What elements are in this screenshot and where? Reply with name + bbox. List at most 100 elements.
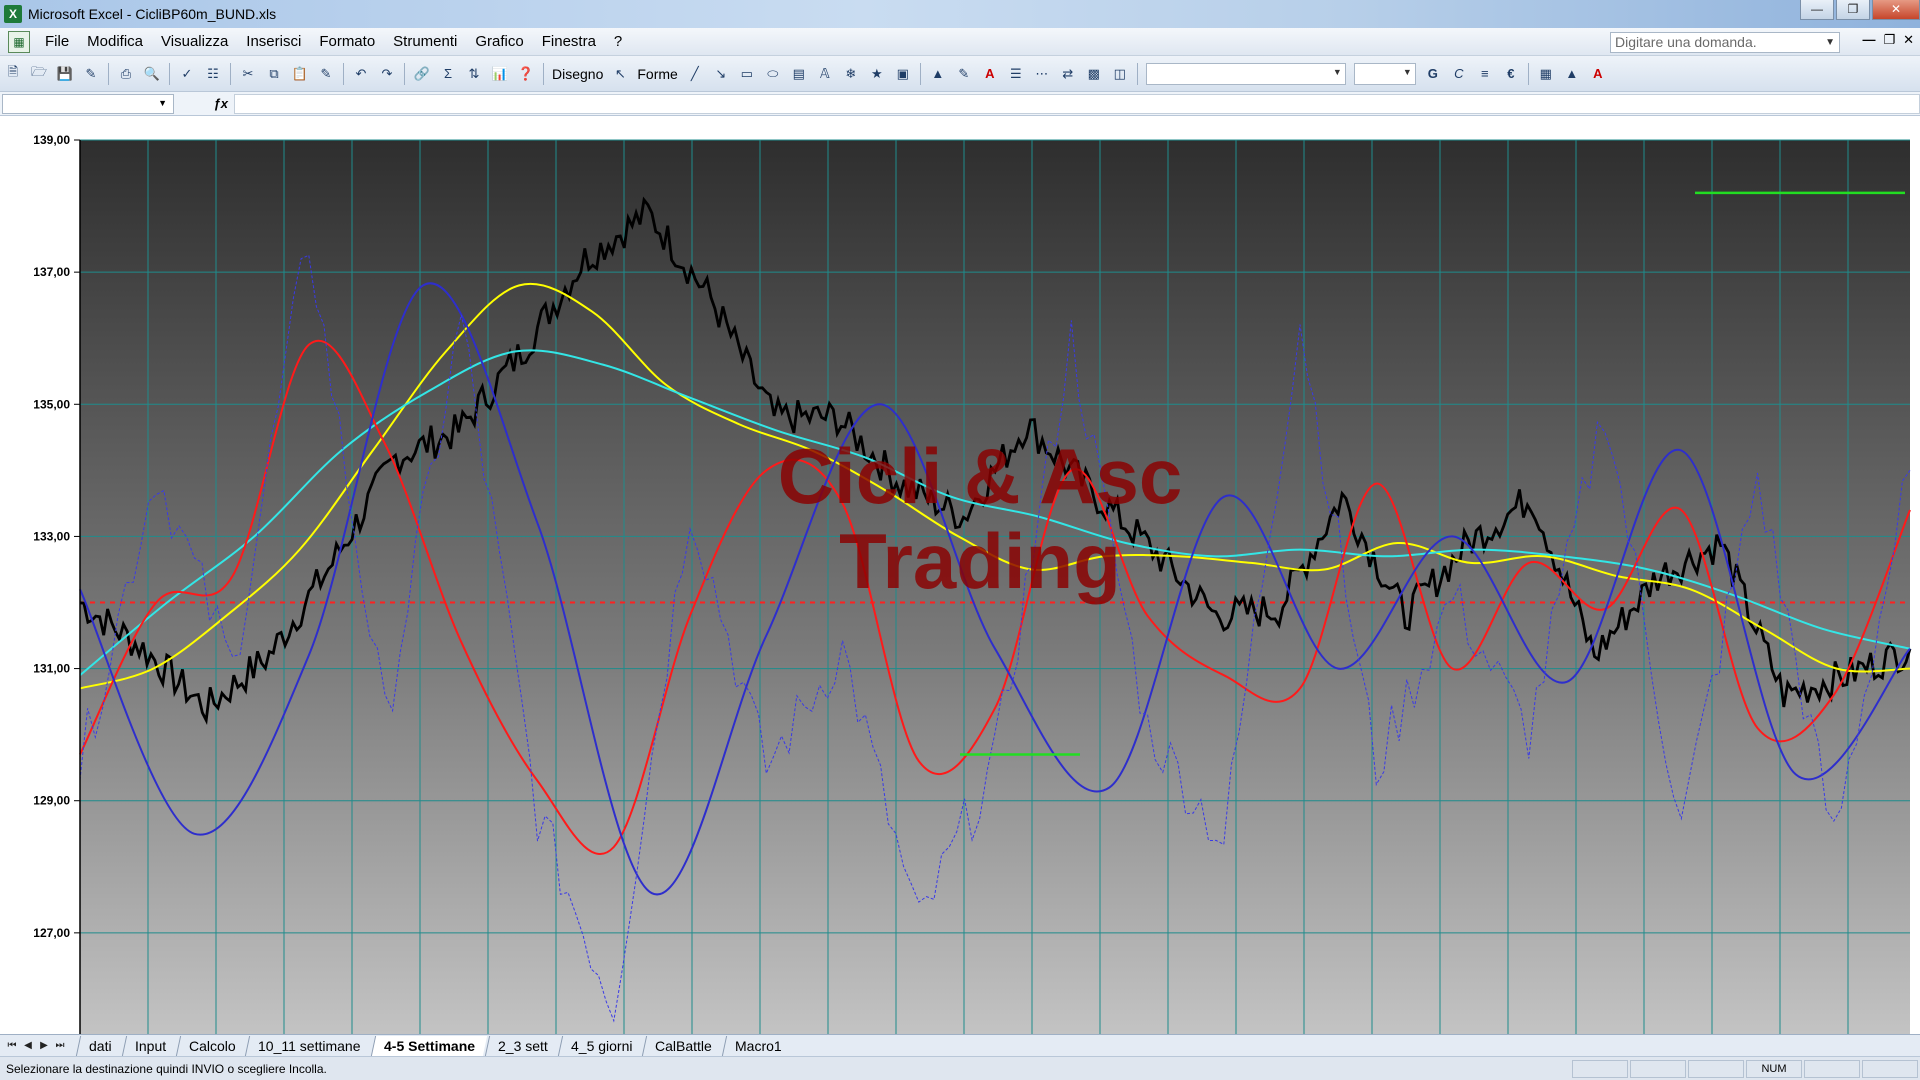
font-name-combo[interactable]: ▼ [1145,62,1346,85]
currency-button[interactable]: € [1500,63,1522,85]
redo-icon[interactable]: ↷ [376,63,398,85]
italic-button[interactable]: C [1448,63,1470,85]
format-painter-icon[interactable]: ✎ [315,63,337,85]
paste-icon[interactable]: 📋 [289,63,311,85]
menu-visualizza[interactable]: Visualizza [152,28,237,56]
oval-icon[interactable]: ⬭ [762,63,784,85]
select-pointer-icon[interactable]: ↖ [609,63,631,85]
diagram-icon[interactable]: ❄ [840,63,862,85]
document-controls: — ❐ ✕ [1862,32,1914,48]
line-icon[interactable]: ╱ [684,63,706,85]
prev-sheet-icon[interactable]: ◀ [20,1040,36,1051]
tab-2-3-sett[interactable]: 2_3 sett [484,1035,560,1056]
excel-icon: X [4,5,22,23]
hyperlink-icon[interactable]: 🔗 [411,63,433,85]
copy-icon[interactable]: ⧉ [263,63,285,85]
undo-icon[interactable]: ↶ [350,63,372,85]
name-box[interactable]: ▼ [2,93,174,114]
chevron-down-icon[interactable]: ▼ [1825,33,1835,52]
y-tick-label: 129,00 [33,794,70,808]
status-message: Selezionare la destinazione quindi INVIO… [6,1061,327,1076]
print-icon[interactable]: ⎙ [115,63,137,85]
new-file-icon[interactable]: 🗎 [2,63,24,85]
first-sheet-icon[interactable]: ⏮ [4,1040,20,1051]
next-sheet-icon[interactable]: ▶ [36,1040,52,1051]
tab-calcolo[interactable]: Calcolo [175,1035,248,1056]
menu-finestra[interactable]: Finestra [533,28,605,56]
doc-close-button[interactable]: ✕ [1903,32,1914,48]
tab-4-5-settimane[interactable]: 4-5 Settimane [370,1035,488,1056]
chevron-down-icon[interactable]: ▼ [158,98,167,108]
dash-style-icon[interactable]: ⋯ [1031,63,1053,85]
permission-icon[interactable]: ✎ [80,63,102,85]
doc-minimize-button[interactable]: — [1862,32,1875,48]
menu-formato[interactable]: Formato [310,28,384,56]
toolbar-separator [343,62,344,85]
font-color-icon[interactable]: A [979,63,1001,85]
menu-inserisci[interactable]: Inserisci [237,28,310,56]
spelling-icon[interactable]: ✓ [176,63,198,85]
cut-icon[interactable]: ✂ [237,63,259,85]
textbox-icon[interactable]: ▤ [788,63,810,85]
menu-file[interactable]: File [36,28,78,56]
workbook-icon[interactable]: ▦ [8,30,30,53]
menu-help[interactable]: ? [605,28,631,56]
tab-label: 4_5 giorni [570,1037,633,1054]
wordart-icon[interactable]: 𝔸 [814,63,836,85]
currency-label: € [1507,66,1515,81]
toolbar-separator [1527,62,1529,85]
rectangle-icon[interactable]: ▭ [736,63,758,85]
save-icon[interactable]: 💾 [54,63,76,85]
tab-macro1[interactable]: Macro1 [721,1035,794,1056]
tab-calbattle[interactable]: CalBattle [642,1035,725,1056]
text-color-icon[interactable]: A [1587,63,1609,85]
chevron-down-icon[interactable]: ▼ [1333,67,1342,77]
chart-area[interactable]: 125,00127,00129,00131,00133,00135,00137,… [0,117,1920,1034]
formula-input[interactable] [234,93,1920,114]
shapes-menu[interactable]: Forme [637,66,677,82]
tab-dati[interactable]: dati [75,1035,124,1056]
line-chart[interactable]: 125,00127,00129,00131,00133,00135,00137,… [0,117,1920,1034]
menu-grafico[interactable]: Grafico [466,28,532,56]
help-icon[interactable]: ❓ [515,63,537,85]
minimize-button[interactable]: — [1800,0,1834,20]
shadow-icon[interactable]: ▩ [1083,63,1105,85]
toolbar-separator [108,62,109,85]
line-color-icon[interactable]: ✎ [953,63,975,85]
autosum-icon[interactable]: Σ [437,63,459,85]
draw-menu[interactable]: Disegno [552,66,603,82]
open-folder-icon[interactable]: 🗁 [28,63,50,85]
bold-button[interactable]: G [1422,63,1444,85]
menu-modifica[interactable]: Modifica [78,28,152,56]
fill-color-icon[interactable]: ▲ [927,63,949,85]
tab-input[interactable]: Input [121,1035,178,1056]
font-size-combo[interactable]: ▼ [1353,62,1416,85]
clipart-icon[interactable]: ★ [866,63,888,85]
close-button[interactable]: ✕ [1872,0,1920,20]
picture-icon[interactable]: ▣ [892,63,914,85]
tab-10-11-settimane[interactable]: 10_11 settimane [245,1035,374,1056]
line-style-icon[interactable]: ☰ [1005,63,1027,85]
y-tick-label: 127,00 [33,926,70,940]
tab-label: Macro1 [735,1037,782,1054]
print-preview-icon[interactable]: 🔍 [141,63,163,85]
y-tick-label: 137,00 [33,265,70,279]
align-center-icon[interactable]: ≡ [1474,63,1496,85]
chevron-down-icon[interactable]: ▼ [1403,67,1412,77]
function-icon[interactable]: ƒx [174,96,234,111]
arrow-icon[interactable]: ↘ [710,63,732,85]
help-search-input[interactable]: Digitare una domanda. ▼ [1610,32,1840,53]
arrow-style-icon[interactable]: ⇄ [1057,63,1079,85]
research-icon[interactable]: ☷ [202,63,224,85]
doc-restore-button[interactable]: ❐ [1883,32,1895,48]
menu-strumenti[interactable]: Strumenti [384,28,466,56]
tab-4-5-giorni[interactable]: 4_5 giorni [557,1035,645,1056]
chart-wizard-icon[interactable]: 📊 [489,63,511,85]
maximize-button[interactable]: ❐ [1836,0,1870,20]
fill-bucket-icon[interactable]: ▲ [1561,63,1583,85]
tab-label: CalBattle [655,1037,713,1054]
borders-icon[interactable]: ▦ [1535,63,1557,85]
sort-icon[interactable]: ⇅ [463,63,485,85]
last-sheet-icon[interactable]: ⏭ [52,1040,68,1051]
3d-icon[interactable]: ◫ [1109,63,1131,85]
